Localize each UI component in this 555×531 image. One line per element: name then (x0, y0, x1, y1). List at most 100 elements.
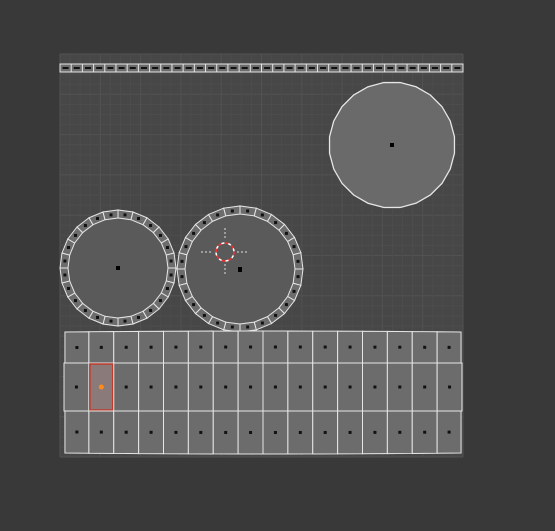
face-center-dot (348, 430, 352, 434)
strip-face-dot (252, 67, 259, 69)
strip-face-dot (387, 67, 394, 69)
ring-center-dot (116, 266, 120, 270)
strip-face-dot (241, 67, 248, 69)
face-center-dot (224, 385, 228, 389)
ring-face-dot (149, 308, 153, 312)
strip-face-dot (140, 67, 147, 69)
strip-face-dot (320, 67, 327, 69)
ring-face-dot (202, 313, 206, 317)
face-center-dot (249, 430, 253, 434)
strip-face-dot (398, 67, 405, 69)
ring-face-dot (169, 259, 173, 263)
ring-face-dot (180, 275, 184, 279)
face-center-dot (348, 345, 352, 349)
ring-face-dot (158, 233, 162, 237)
face-center-dot (398, 430, 402, 434)
strip-face-dot (331, 67, 338, 69)
face-center-dot (398, 385, 402, 389)
uv-editor-viewport[interactable] (0, 0, 555, 531)
face-center-dot (249, 345, 253, 349)
face-center-dot (323, 430, 327, 434)
ring-face-dot (63, 259, 67, 263)
strip-face-dot (219, 67, 226, 69)
face-center-dot (174, 345, 178, 349)
strip-face-dot (230, 67, 237, 69)
ring-face-dot (109, 319, 113, 323)
face-center-dot (447, 345, 451, 349)
strip-face-dot (174, 67, 181, 69)
strip-face-dot (376, 67, 383, 69)
ring-face-dot (136, 217, 140, 221)
ring-face-dot (230, 325, 234, 329)
ring-face-dot (74, 233, 78, 237)
face-center-dot (124, 385, 128, 389)
uv-island-top-strip[interactable] (59, 63, 464, 73)
face-center-dot (273, 345, 277, 349)
strip-face-dot (185, 67, 192, 69)
big-circle-center-dot (390, 143, 394, 147)
ring-face-dot (260, 321, 264, 325)
ring-face-dot (202, 221, 206, 225)
ring-face-dot (67, 246, 71, 250)
ring-face-dot (96, 315, 100, 319)
uv-island-ring-left[interactable] (59, 209, 177, 327)
ring-face-dot (192, 231, 196, 235)
face-center-dot (149, 345, 153, 349)
strip-face-dot (286, 67, 293, 69)
face-center-dot (448, 385, 452, 389)
face-center-dot (75, 346, 79, 349)
strip-face-dot (308, 67, 315, 69)
ring-face-dot (216, 321, 220, 325)
strip-face-dot (107, 67, 114, 69)
uv-island-face-grid[interactable] (63, 330, 463, 455)
face-center-dot (298, 385, 302, 389)
strip-face-dot (129, 67, 136, 69)
strip-face-dot (84, 67, 91, 69)
face-center-dot (124, 345, 128, 349)
active-face-dot (98, 384, 104, 390)
ring-face-dot (274, 221, 278, 225)
strip-face-dot (264, 67, 271, 69)
ring-face-dot (296, 259, 300, 263)
face-center-dot (323, 385, 327, 389)
face-center-dot (373, 345, 377, 349)
face-center-dot (298, 430, 302, 434)
strip-face-dot (163, 67, 170, 69)
strip-face-dot (118, 67, 125, 69)
ring-face-dot (180, 259, 184, 263)
face-center-dot (174, 430, 178, 434)
ring-face-dot (216, 213, 220, 217)
face-center-dot (224, 430, 228, 434)
strip-face-dot (73, 67, 80, 69)
face-center-dot (373, 430, 377, 434)
face-center-dot (423, 385, 427, 389)
strip-face-dot (432, 67, 439, 69)
face-center-dot (398, 345, 402, 349)
face-center-dot (447, 430, 451, 434)
ring-face-dot (149, 224, 153, 228)
cursor-near-dot (238, 268, 242, 272)
ring-face-dot (169, 273, 173, 277)
ring-face-dot (136, 315, 140, 319)
strip-face-dot (443, 67, 450, 69)
ring-face-dot (83, 224, 87, 228)
ring-face-dot (184, 245, 188, 249)
strip-face-dot (454, 67, 461, 69)
ring-face-dot (96, 217, 100, 221)
strip-face-dot (208, 67, 215, 69)
face-center-dot (273, 431, 277, 434)
ring-face-dot (292, 245, 296, 249)
ring-face-dot (74, 299, 78, 303)
face-center-dot (298, 345, 302, 349)
strip-face-dot (196, 67, 203, 69)
face-center-dot (249, 385, 253, 389)
uv-canvas[interactable] (0, 0, 555, 531)
face-center-dot (224, 345, 228, 349)
strip-face-dot (342, 67, 349, 69)
strip-face-dot (409, 67, 416, 69)
strip-face-dot (62, 67, 69, 69)
face-center-dot (423, 430, 427, 434)
face-center-dot (75, 430, 79, 434)
face-center-dot (99, 430, 103, 434)
uv-island-big-circle[interactable] (328, 81, 456, 209)
